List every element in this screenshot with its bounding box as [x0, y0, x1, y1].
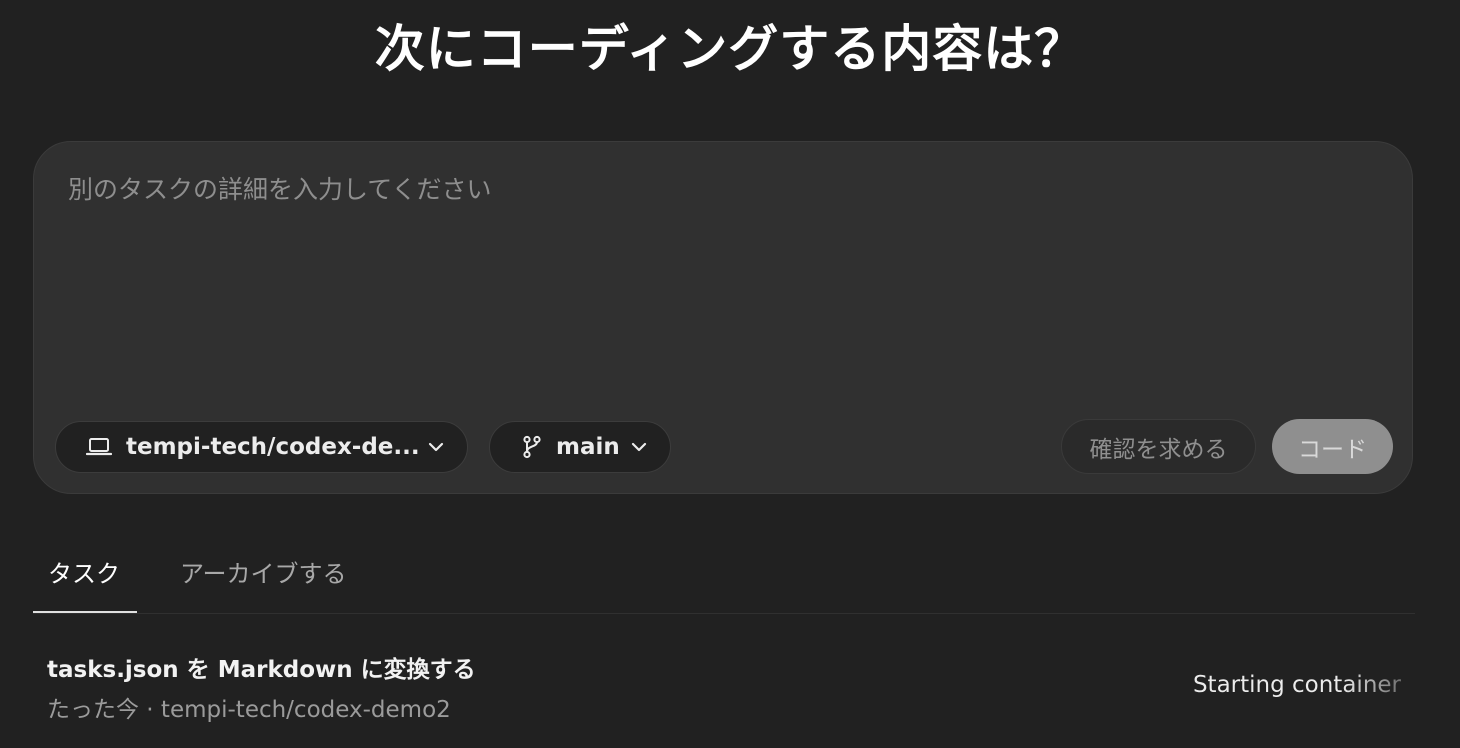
page: 次にコーディングする内容は？ tempi-tech/codex-de... [0, 0, 1460, 748]
tab-archive[interactable]: アーカイブする [180, 554, 347, 589]
git-branch-icon [522, 435, 542, 459]
task-status: Starting container [1192, 672, 1401, 698]
laptop-icon [86, 437, 112, 457]
task-list-item[interactable]: tasks.json を Markdown に変換する たった今 · tempi… [33, 630, 1415, 740]
chevron-down-icon [630, 438, 648, 456]
task-tabs: タスク アーカイブする [33, 540, 1415, 614]
task-description-input[interactable] [68, 170, 1368, 400]
page-title: 次にコーディングする内容は？ [374, 20, 1086, 78]
task-composer: tempi-tech/codex-de... main [33, 141, 1413, 494]
repository-label: tempi-tech/codex-de... [126, 434, 420, 460]
code-button[interactable]: コード [1272, 419, 1393, 474]
branch-selector[interactable]: main [489, 421, 671, 473]
task-meta: たった今 · tempi-tech/codex-demo2 [47, 697, 451, 723]
branch-label: main [556, 434, 620, 460]
repository-selector[interactable]: tempi-tech/codex-de... [55, 421, 468, 473]
active-tab-indicator [33, 611, 137, 613]
task-title[interactable]: tasks.json を Markdown に変換する [47, 650, 476, 684]
ask-button[interactable]: 確認を求める [1061, 419, 1256, 474]
chevron-down-icon [427, 438, 445, 456]
tab-tasks[interactable]: タスク [48, 554, 120, 589]
